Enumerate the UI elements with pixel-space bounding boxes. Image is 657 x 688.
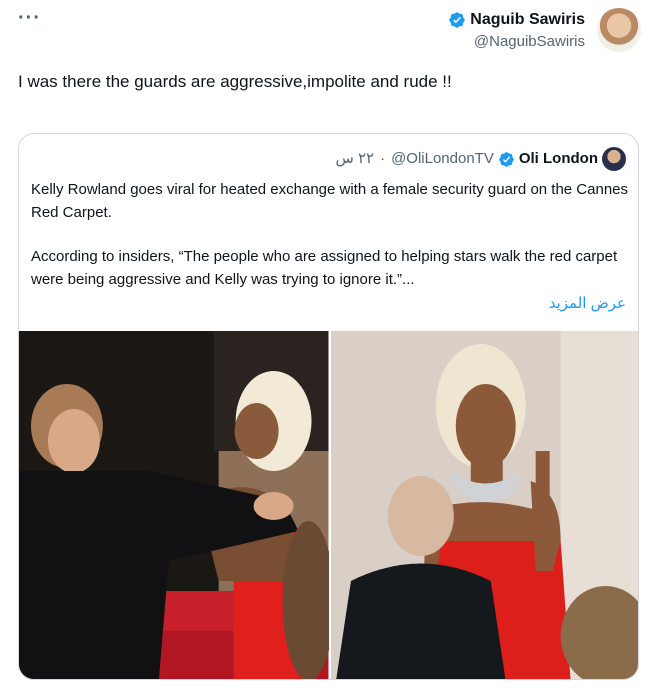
quote-header: ٢٢ س · @OliLondonTV Oli London <box>335 147 626 171</box>
author-name: Naguib Sawiris <box>470 11 585 28</box>
photo-right[interactable] <box>330 331 638 679</box>
quote-paragraph: According to insiders, “The people who a… <box>31 248 618 288</box>
author-avatar[interactable] <box>597 8 641 52</box>
photo-right-image <box>330 331 638 679</box>
photo-left[interactable] <box>19 331 329 679</box>
quote-paragraph: Kelly Rowland goes viral for heated exch… <box>31 181 629 221</box>
quote-author-avatar <box>602 147 626 171</box>
verified-badge-icon <box>449 12 465 28</box>
photo-left-image <box>19 331 329 679</box>
media-gallery <box>19 331 638 679</box>
tweet-author[interactable]: Naguib Sawiris @NaguibSawiris <box>448 10 585 52</box>
quote-body: Kelly Rowland goes viral for heated exch… <box>31 178 628 291</box>
show-more-link[interactable]: عرض المزيد <box>549 294 626 312</box>
more-options-button[interactable]: ··· <box>18 8 41 28</box>
quote-author-name: Oli London <box>518 150 598 167</box>
author-handle: @NaguibSawiris <box>473 33 585 50</box>
quote-separator: · <box>380 150 386 167</box>
verified-badge-icon <box>499 151 514 167</box>
tweet-text: I was there the guards are aggressive,im… <box>18 72 452 91</box>
quoted-tweet[interactable]: ٢٢ س · @OliLondonTV Oli London Kelly Row… <box>18 133 639 680</box>
quote-time[interactable]: ٢٢ س <box>335 149 374 169</box>
quote-author-handle: @OliLondonTV <box>391 150 494 167</box>
